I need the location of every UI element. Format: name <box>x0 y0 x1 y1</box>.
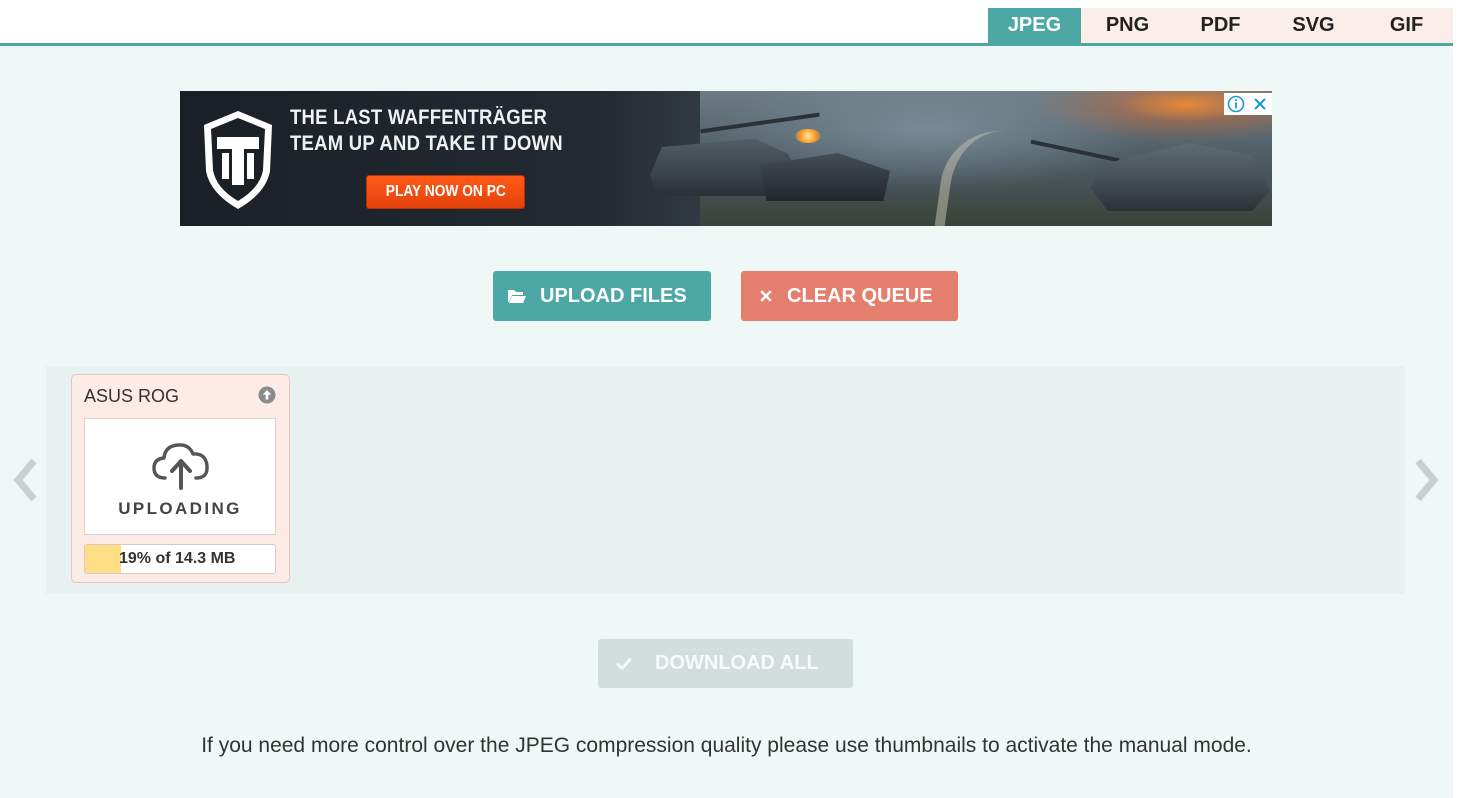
tab-jpeg[interactable]: JPEG <box>988 8 1081 43</box>
tab-pdf[interactable]: PDF <box>1174 8 1267 43</box>
ad-play-now-label: PLAY NOW ON PC <box>385 183 506 200</box>
close-icon[interactable] <box>1248 93 1272 115</box>
clear-queue-button[interactable]: CLEAR QUEUE <box>741 271 958 321</box>
upload-progress-bar: 19% of 14.3 MB <box>84 544 276 574</box>
queue-item-card: ASUS ROG UPLOADING 19% of 14.3 MB <box>71 374 290 583</box>
tab-png[interactable]: PNG <box>1081 8 1174 43</box>
ad-controls <box>1224 93 1272 115</box>
ad-muzzle-flash <box>795 129 821 143</box>
game-logo-icon <box>204 111 272 209</box>
chevron-left-icon[interactable] <box>10 452 42 508</box>
info-icon[interactable] <box>1224 93 1248 115</box>
ad-play-now-button[interactable]: PLAY NOW ON PC <box>367 176 524 208</box>
folder-open-icon <box>507 286 527 306</box>
file-name: ASUS ROG <box>84 386 180 406</box>
clear-queue-label: CLEAR QUEUE <box>787 284 933 307</box>
upload-progress-fill <box>85 545 122 573</box>
ad-headline-line-2: TEAM UP AND TAKE IT DOWN <box>290 132 563 155</box>
upload-files-label: UPLOAD FILES <box>540 284 687 307</box>
footer-note: If you need more control over the JPEG c… <box>201 734 1252 757</box>
top-navigation-bar: JPEG PNG PDF SVG GIF <box>0 0 1453 46</box>
format-tabs: JPEG PNG PDF SVG GIF <box>988 8 1453 43</box>
check-icon <box>615 655 633 673</box>
tab-svg[interactable]: SVG <box>1267 8 1360 43</box>
page-edge <box>1453 0 1462 798</box>
arrow-up-circle-icon[interactable] <box>258 386 276 404</box>
close-icon <box>756 286 776 306</box>
ad-headline-line-1: THE LAST WAFFENTRÄGER <box>290 106 548 129</box>
download-all-label: DOWNLOAD ALL <box>655 652 819 674</box>
upload-files-button[interactable]: UPLOAD FILES <box>493 271 711 321</box>
upload-status: UPLOADING <box>118 499 242 518</box>
file-thumbnail: UPLOADING <box>84 418 276 535</box>
ad-headline: THE LAST WAFFENTRÄGER TEAM UP AND TAKE I… <box>290 105 590 157</box>
upload-progress-text: 19% of 14.3 MB <box>119 550 236 567</box>
tab-gif[interactable]: GIF <box>1360 8 1453 43</box>
cloud-upload-icon <box>152 443 209 490</box>
download-all-button[interactable]: DOWNLOAD ALL <box>598 639 853 688</box>
ad-banner[interactable]: THE LAST WAFFENTRÄGER TEAM UP AND TAKE I… <box>180 91 1272 226</box>
chevron-right-icon[interactable] <box>1410 452 1442 508</box>
